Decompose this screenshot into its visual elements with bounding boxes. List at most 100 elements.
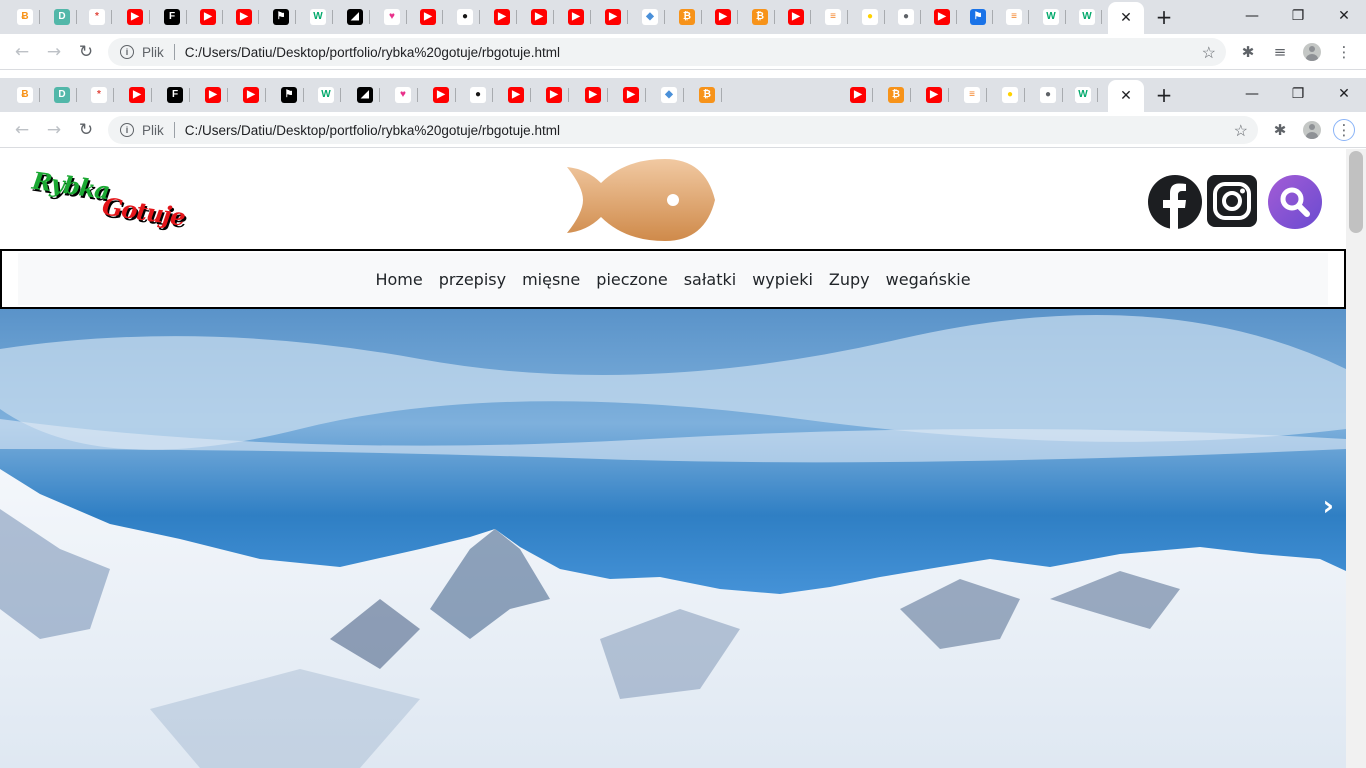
restore-button[interactable]: ❐ (1275, 78, 1321, 110)
scrollbar-thumb[interactable] (1349, 151, 1363, 233)
browser-tab[interactable]: ▶ (561, 4, 591, 30)
browser-tab[interactable]: ▶ (426, 82, 456, 108)
browser-tab[interactable]: ● (450, 4, 480, 30)
browser-tab[interactable]: ▶ (708, 4, 738, 30)
browser-tab[interactable]: W (303, 4, 333, 30)
browser-tab[interactable]: ▶ (843, 82, 873, 108)
browser-tab[interactable]: ₿ (881, 82, 911, 108)
close-window-button[interactable]: ✕ (1321, 78, 1366, 110)
browser-tab[interactable]: D (47, 4, 77, 30)
browser-tab[interactable]: ● (855, 4, 885, 30)
close-window-button[interactable]: ✕ (1321, 0, 1366, 32)
facebook-icon[interactable] (1148, 175, 1204, 231)
browser-tab[interactable]: ₿ (745, 4, 775, 30)
nav-link-4[interactable]: pieczone (596, 270, 667, 289)
minimize-button[interactable]: — (1229, 0, 1275, 32)
back-button[interactable]: ← (10, 118, 34, 142)
browser-tab[interactable]: ₿ (672, 4, 702, 30)
bookmark-star-icon[interactable]: ☆ (1234, 121, 1248, 141)
profile-avatar[interactable] (1302, 42, 1322, 62)
browser-tab[interactable]: Ƀ (10, 4, 40, 30)
browser-tab[interactable]: ▶ (539, 82, 569, 108)
forward-button[interactable]: → (42, 40, 66, 64)
browser-tab[interactable]: W (1036, 4, 1066, 30)
extensions-icon[interactable]: ✱ (1270, 120, 1290, 140)
browser-tab[interactable]: ▶ (578, 82, 608, 108)
browser-tab[interactable]: ◢ (340, 4, 370, 30)
nav-link-7[interactable]: Zupy (829, 270, 870, 289)
browser-tab[interactable]: ▶ (193, 4, 223, 30)
info-icon[interactable]: i (120, 123, 134, 137)
browser-tab[interactable]: F (157, 4, 187, 30)
browser-tab[interactable]: ▶ (122, 82, 152, 108)
browser-tab[interactable]: ▶ (487, 4, 517, 30)
browser-tab[interactable]: ◢ (350, 82, 380, 108)
site-logo[interactable]: Rybka Gotuje (30, 166, 190, 237)
browser-tab[interactable]: ● (1033, 82, 1063, 108)
back-button[interactable]: ← (10, 40, 34, 64)
new-tab-button[interactable]: + (1151, 83, 1177, 107)
browser-tab[interactable]: ⚑ (266, 4, 296, 30)
browser-tab[interactable]: ▶ (236, 82, 266, 108)
menu-kebab-icon[interactable]: ⋮ (1333, 119, 1355, 141)
info-icon[interactable]: i (120, 45, 134, 59)
reload-button[interactable]: ↻ (74, 118, 98, 142)
minimize-button[interactable]: — (1229, 78, 1275, 110)
nav-link-5[interactable]: sałatki (684, 270, 736, 289)
forward-button[interactable]: → (42, 118, 66, 142)
browser-tab[interactable]: ▶ (524, 4, 554, 30)
nav-link-3[interactable]: mięsne (522, 270, 580, 289)
browser-tab[interactable]: ▶ (413, 4, 443, 30)
browser-tab[interactable]: ≡ (957, 82, 987, 108)
browser-tab[interactable]: ▶ (781, 4, 811, 30)
browser-tab[interactable]: ▶ (198, 82, 228, 108)
close-tab-icon[interactable]: ✕ (1120, 10, 1132, 26)
browser-tab[interactable]: D (47, 82, 77, 108)
search-icon[interactable] (1268, 175, 1324, 231)
browser-tab[interactable]: ▶ (229, 4, 259, 30)
profile-avatar[interactable] (1302, 120, 1322, 140)
browser-tab[interactable]: ● (995, 82, 1025, 108)
active-tab[interactable]: ✕ (1108, 80, 1144, 112)
bookmark-star-icon[interactable]: ☆ (1202, 43, 1216, 63)
nav-link-1[interactable]: Home (375, 270, 422, 289)
browser-tab[interactable]: W (311, 82, 341, 108)
browser-tab[interactable]: ◆ (635, 4, 665, 30)
browser-tab[interactable]: ◆ (654, 82, 684, 108)
browser-tab[interactable]: ▶ (616, 82, 646, 108)
page-scrollbar[interactable] (1346, 149, 1366, 768)
nav-link-8[interactable]: wegańskie (886, 270, 971, 289)
browser-tab[interactable]: Ƀ (10, 82, 40, 108)
browser-tab[interactable]: ₿ (692, 82, 722, 108)
browser-tab[interactable]: ♥ (388, 82, 418, 108)
browser-tab[interactable]: ▶ (120, 4, 150, 30)
browser-tab[interactable]: F (160, 82, 190, 108)
browser-tab[interactable]: ♥ (377, 4, 407, 30)
extensions-icon[interactable]: ✱ (1238, 42, 1258, 62)
browser-tab[interactable]: W (1068, 82, 1098, 108)
close-tab-icon[interactable]: ✕ (1120, 88, 1132, 104)
browser-tab[interactable]: ▶ (598, 4, 628, 30)
nav-link-2[interactable]: przepisy (439, 270, 506, 289)
active-tab[interactable]: ✕ (1108, 2, 1144, 34)
browser-tab[interactable]: * (84, 82, 114, 108)
media-queue-icon[interactable]: ≡ (1270, 42, 1290, 62)
nav-link-6[interactable]: wypieki (752, 270, 813, 289)
carousel-next-button[interactable]: › (1322, 489, 1334, 522)
browser-tab[interactable]: ● (463, 82, 493, 108)
browser-tab[interactable]: ≡ (999, 4, 1029, 30)
browser-tab[interactable]: * (82, 4, 112, 30)
menu-kebab-icon[interactable]: ⋮ (1334, 42, 1354, 62)
restore-button[interactable]: ❐ (1275, 0, 1321, 32)
browser-tab[interactable]: ▶ (919, 82, 949, 108)
new-tab-button[interactable]: + (1151, 5, 1177, 29)
browser-tab[interactable]: ▶ (501, 82, 531, 108)
instagram-icon[interactable] (1207, 175, 1259, 227)
browser-tab[interactable]: ≡ (818, 4, 848, 30)
browser-tab[interactable]: ⚑ (274, 82, 304, 108)
browser-tab[interactable]: ▶ (927, 4, 957, 30)
browser-tab[interactable]: W (1072, 4, 1102, 30)
address-bar[interactable]: i Plik C:/Users/Datiu/Desktop/portfolio/… (108, 38, 1226, 66)
browser-tab[interactable]: ● (891, 4, 921, 30)
reload-button[interactable]: ↻ (74, 40, 98, 64)
